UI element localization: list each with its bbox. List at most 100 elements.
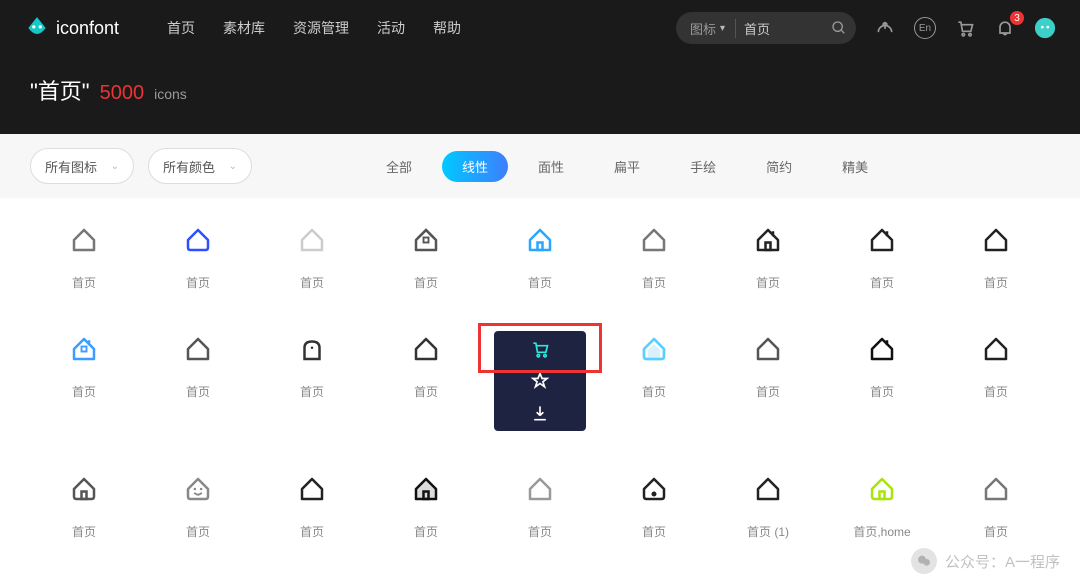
- nav-resources[interactable]: 资源管理: [293, 18, 349, 38]
- favorite-button[interactable]: [530, 371, 550, 391]
- icon-label: 首页: [186, 523, 210, 540]
- icon-card[interactable]: 首页: [30, 222, 138, 291]
- icon-label: 首页: [186, 274, 210, 291]
- home-icon: [294, 471, 330, 507]
- wechat-icon: [911, 548, 937, 574]
- icon-card[interactable]: 首页: [486, 222, 594, 291]
- download-button[interactable]: [530, 403, 550, 423]
- icon-card[interactable]: 首页: [828, 331, 936, 431]
- icon-card[interactable]: 首页: [828, 222, 936, 291]
- filter-color[interactable]: 所有颜色 ⌄: [148, 148, 252, 184]
- chevron-down-icon: ▾: [720, 23, 725, 34]
- home-icon: [66, 222, 102, 258]
- icon-card[interactable]: 首页: [144, 222, 252, 291]
- home-icon: [864, 222, 900, 258]
- title-bar: "首页" 5000 icons: [0, 56, 1080, 134]
- icon-label: 首页: [756, 383, 780, 400]
- icon-label: 首页: [414, 274, 438, 291]
- style-tab-4[interactable]: 手绘: [670, 151, 736, 182]
- icon-card[interactable]: 首页,home: [828, 471, 936, 540]
- home-icon: [978, 331, 1014, 367]
- icon-card[interactable]: 首页: [144, 331, 252, 431]
- icon-card[interactable]: 首页: [372, 331, 480, 431]
- style-tabs: 全部线性面性扁平手绘简约精美: [366, 151, 888, 182]
- icon-card[interactable]: 首页: [372, 471, 480, 540]
- cart-icon[interactable]: [954, 17, 976, 39]
- home-icon: [522, 471, 558, 507]
- icon-label: 首页: [642, 274, 666, 291]
- icon-card[interactable]: 首页: [486, 471, 594, 540]
- icon-label: 首页: [72, 523, 96, 540]
- result-label: icons: [154, 86, 187, 102]
- home-icon: [180, 471, 216, 507]
- icon-card[interactable]: 首页: [30, 331, 138, 431]
- icon-card[interactable]: 首页: [258, 471, 366, 540]
- result-count: 5000: [100, 82, 145, 105]
- icon-card[interactable]: 首页: [714, 222, 822, 291]
- icon-label: 首页: [984, 274, 1008, 291]
- nav-activity[interactable]: 活动: [377, 18, 405, 38]
- icon-label: 首页: [642, 383, 666, 400]
- filter-bar: 所有图标 ⌄ 所有颜色 ⌄ 全部线性面性扁平手绘简约精美: [0, 134, 1080, 198]
- avatar-icon[interactable]: [1034, 17, 1056, 39]
- icon-label: 首页 (1): [747, 523, 789, 540]
- style-tab-2[interactable]: 面性: [518, 151, 584, 182]
- icon-card[interactable]: 首页: [942, 331, 1050, 431]
- icon-card[interactable]: 首页: [258, 331, 366, 431]
- icon-label: 首页: [528, 274, 552, 291]
- icon-card[interactable]: 首页: [144, 471, 252, 540]
- search-button[interactable]: [826, 15, 852, 41]
- nav-home[interactable]: 首页: [167, 18, 195, 38]
- home-icon: [636, 222, 672, 258]
- nav-help[interactable]: 帮助: [433, 18, 461, 38]
- add-to-cart-button[interactable]: [530, 339, 550, 359]
- search-input[interactable]: [736, 21, 826, 36]
- home-icon: [66, 331, 102, 367]
- icon-label: 首页: [300, 523, 324, 540]
- filter-icon-type-label: 所有图标: [45, 157, 97, 176]
- icon-label: 首页: [300, 383, 324, 400]
- filter-icon-type[interactable]: 所有图标 ⌄: [30, 148, 134, 184]
- home-icon: [750, 222, 786, 258]
- icon-card[interactable]: 首页: [258, 222, 366, 291]
- icon-card[interactable]: [486, 331, 594, 431]
- style-tab-0[interactable]: 全部: [366, 151, 432, 182]
- notification-badge: 3: [1010, 11, 1024, 25]
- icon-card[interactable]: 首页: [714, 331, 822, 431]
- icon-card[interactable]: 首页: [372, 222, 480, 291]
- search-category-dropdown[interactable]: 图标 ▾: [690, 19, 736, 38]
- icon-label: 首页: [300, 274, 324, 291]
- icon-label: 首页,home: [853, 523, 910, 540]
- icon-hover-menu: [494, 331, 586, 431]
- style-tab-5[interactable]: 简约: [746, 151, 812, 182]
- logo[interactable]: iconfont: [24, 15, 119, 41]
- icon-card[interactable]: 首页: [600, 331, 708, 431]
- main-nav: 首页 素材库 资源管理 活动 帮助: [167, 18, 461, 38]
- icon-label: 首页: [528, 523, 552, 540]
- style-tab-6[interactable]: 精美: [822, 151, 888, 182]
- home-icon: [408, 331, 444, 367]
- icon-label: 首页: [414, 523, 438, 540]
- style-tab-3[interactable]: 扁平: [594, 151, 660, 182]
- nav-library[interactable]: 素材库: [223, 18, 265, 38]
- style-tab-1[interactable]: 线性: [442, 151, 508, 182]
- home-icon: [978, 222, 1014, 258]
- icon-card[interactable]: 首页: [600, 471, 708, 540]
- home-icon: [864, 331, 900, 367]
- icon-card[interactable]: 首页: [942, 222, 1050, 291]
- icon-card[interactable]: 首页: [30, 471, 138, 540]
- home-icon: [294, 222, 330, 258]
- home-icon: [294, 331, 330, 367]
- upload-icon[interactable]: [874, 17, 896, 39]
- home-icon: [750, 331, 786, 367]
- logo-text: iconfont: [56, 18, 119, 39]
- icon-card[interactable]: 首页: [942, 471, 1050, 540]
- icon-card[interactable]: 首页: [600, 222, 708, 291]
- language-toggle[interactable]: En: [914, 17, 936, 39]
- search-category-label: 图标: [690, 19, 716, 38]
- notification-icon[interactable]: 3: [994, 17, 1016, 39]
- home-icon: [408, 222, 444, 258]
- icon-label: 首页: [72, 274, 96, 291]
- icon-card[interactable]: 首页 (1): [714, 471, 822, 540]
- home-icon: [522, 222, 558, 258]
